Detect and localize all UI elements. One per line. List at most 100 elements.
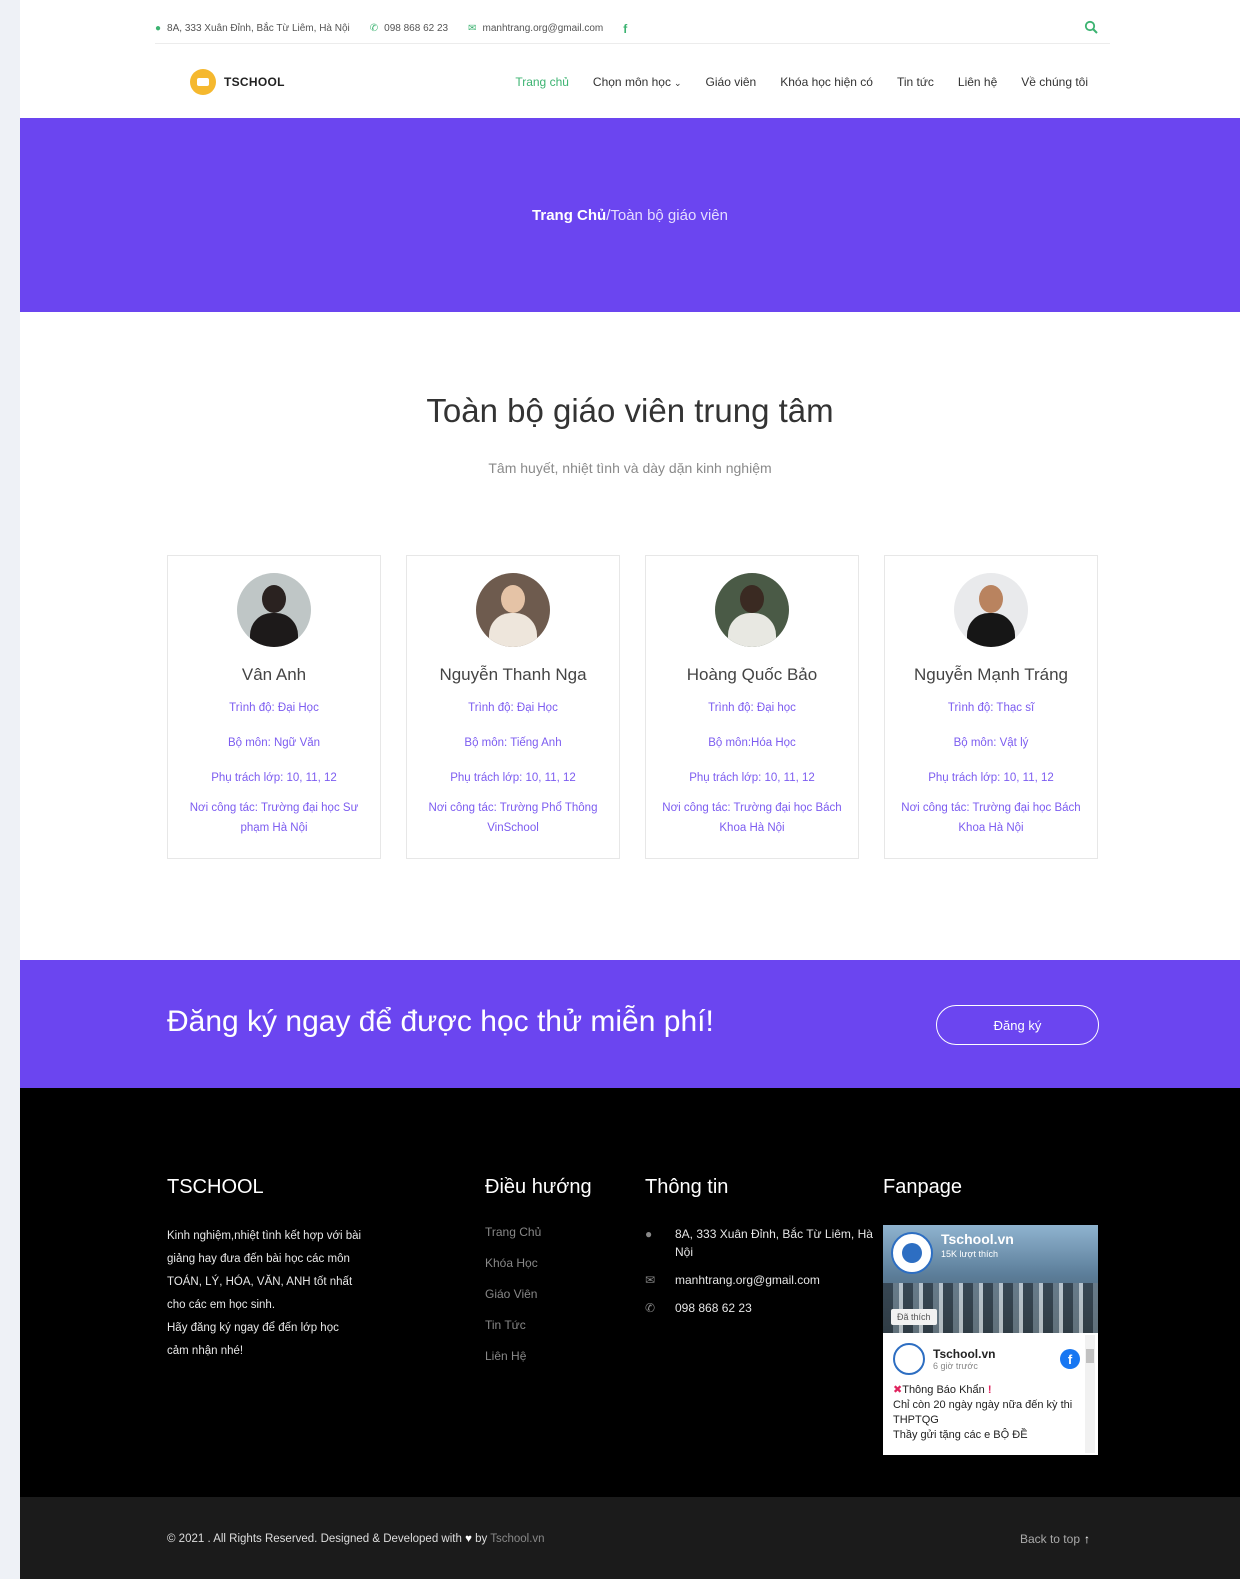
fb-post: Tschool.vn 6 giờ trước f ✖Thông Báo Khẩn… (893, 1343, 1080, 1443)
teacher-list: Vân Anh Trình độ: Đại Học Bộ môn: Ngữ Vă… (167, 555, 1099, 859)
teacher-subject: Bộ môn: Vật lý (953, 737, 1029, 749)
fb-post-line2: Chỉ còn 20 ngày ngày nữa đến kỳ thi THPT… (893, 1399, 1073, 1426)
teacher-grades: Phụ trách lớp: 10, 11, 12 (211, 772, 337, 784)
teacher-card[interactable]: Hoàng Quốc Bảo Trình độ: Đại học Bộ môn:… (645, 555, 859, 859)
footer-about-line: TOÁN, LÝ, HÓA, VĂN, ANH tốt nhất (167, 1276, 353, 1288)
nav-item-news[interactable]: Tin tức (897, 75, 934, 89)
teacher-workplace: Nơi công tác: Trường Phổ Thông VinSchool (428, 802, 598, 834)
teacher-level: Trình độ: Đại học (708, 702, 796, 714)
footer-navigation: Điều hướng Trang Chủ Khóa Học Giáo Viên … (485, 1176, 592, 1380)
footer-nav-title: Điều hướng (485, 1176, 592, 1198)
site-footer: TSCHOOL Kinh nghiệm,nhiệt tình kết hợp v… (20, 1088, 1240, 1497)
teacher-avatar (237, 573, 311, 647)
teacher-name: Vân Anh (241, 665, 307, 684)
fb-widget-scrollbar[interactable] (1085, 1335, 1095, 1453)
page-hero: Trang Chủ/Toàn bộ giáo viên (20, 118, 1240, 312)
nav-item-teachers[interactable]: Giáo viên (706, 75, 757, 89)
breadcrumb-home-link[interactable]: Trang Chủ (532, 207, 606, 224)
copyright-brand-link[interactable]: Tschool.vn (490, 1533, 544, 1545)
nav-item-about[interactable]: Về chúng tôi (1021, 75, 1088, 89)
teacher-subject: Bộ môn: Tiếng Anh (464, 737, 562, 749)
bottom-bar: © 2021 . All Rights Reserved. Designed &… (20, 1497, 1240, 1579)
email-item[interactable]: ✉ manhtrang.org@gmail.com (468, 23, 603, 34)
nav-item-subjects-label: Chọn môn học (592, 75, 671, 89)
facebook-icon[interactable]: f (623, 22, 627, 36)
footer-phone-row[interactable]: ✆ 098 868 62 23 (645, 1299, 875, 1317)
breadcrumb: Trang Chủ/Toàn bộ giáo viên (532, 207, 728, 224)
nav-item-courses[interactable]: Khóa học hiện có (780, 75, 873, 89)
fb-post-time: 6 giờ trước (933, 1361, 978, 1371)
facebook-page-widget[interactable]: Tschool.vn 15K lượt thích Đã thích Tscho… (883, 1225, 1098, 1455)
breadcrumb-current: Toàn bộ giáo viên (610, 206, 728, 224)
teacher-avatar (954, 573, 1028, 647)
email-text[interactable]: manhtrang.org@gmail.com (483, 23, 604, 34)
footer-about-line: giảng hay đưa đến bài học các môn (167, 1253, 350, 1265)
register-button[interactable]: Đăng ký (936, 1005, 1099, 1045)
footer-link-home[interactable]: Trang Chủ (485, 1225, 592, 1239)
teacher-workplace: Nơi công tác: Trường đại học Sư phạm Hà … (189, 802, 359, 834)
footer-link-contact[interactable]: Liên Hệ (485, 1349, 592, 1363)
footer-link-courses[interactable]: Khóa Học (485, 1256, 592, 1270)
section-title: Toàn bộ giáo viên trung tâm (426, 392, 834, 429)
teacher-level: Trình độ: Đại Học (468, 702, 558, 714)
footer-link-news[interactable]: Tin Tức (485, 1318, 592, 1332)
phone-icon: ✆ (369, 23, 379, 34)
footer-address: 8A, 333 Xuân Đỉnh, Bắc Từ Liêm, Hà Nội (675, 1227, 873, 1259)
arrow-up-icon: ↑ (1084, 1532, 1090, 1546)
teacher-workplace: Nơi công tác: Trường đại học Bách Khoa H… (901, 802, 1081, 834)
phone-item[interactable]: ✆ 098 868 62 23 (370, 23, 448, 34)
teacher-name: Hoàng Quốc Bảo (686, 665, 818, 684)
heart-icon: ♥ (465, 1533, 472, 1545)
facebook-icon: f (1060, 1349, 1080, 1369)
fb-liked-button[interactable]: Đã thích (891, 1309, 937, 1325)
site-logo[interactable]: TSCHOOL (190, 69, 285, 95)
teacher-card[interactable]: Vân Anh Trình độ: Đại Học Bộ môn: Ngữ Vă… (167, 555, 381, 859)
logo-text: TSCHOOL (224, 75, 285, 89)
fb-page-logo (891, 1232, 933, 1274)
signup-cta-band: Đăng ký ngay để được học thử miễn phí! Đ… (20, 960, 1240, 1088)
teacher-avatar (476, 573, 550, 647)
teacher-card[interactable]: Nguyễn Thanh Nga Trình độ: Đại Học Bộ mô… (406, 555, 620, 859)
left-gutter (0, 0, 20, 1579)
copyright-by: by (475, 1533, 488, 1545)
logo-book-icon (190, 69, 216, 95)
phone-text[interactable]: 098 868 62 23 (384, 23, 448, 34)
main-menu: Trang chủ Chọn môn học ⌄ Giáo viên Khóa h… (515, 75, 1110, 89)
nav-item-subjects[interactable]: Chọn môn học ⌄ (593, 75, 682, 89)
fb-post-author[interactable]: Tschool.vn (933, 1347, 995, 1361)
chevron-down-icon: ⌄ (673, 78, 682, 88)
footer-phone[interactable]: 098 868 62 23 (675, 1299, 752, 1317)
footer-info-title: Thông tin (645, 1176, 729, 1198)
teacher-grades: Phụ trách lớp: 10, 11, 12 (450, 772, 576, 784)
footer-address-row: ● 8A, 333 Xuân Đỉnh, Bắc Từ Liêm, Hà Nội (645, 1225, 875, 1261)
teacher-subject: Bộ môn:Hóa Học (708, 737, 796, 749)
search-icon[interactable] (1084, 20, 1098, 37)
fb-cover-photo: Tschool.vn 15K lượt thích Đã thích (883, 1225, 1098, 1333)
back-to-top-link[interactable]: Back to top ↑ (1020, 1532, 1090, 1546)
teacher-name: Nguyễn Thanh Nga (439, 665, 587, 684)
footer-email[interactable]: manhtrang.org@gmail.com (675, 1271, 820, 1289)
nav-item-contact[interactable]: Liên hệ (958, 75, 997, 89)
teacher-grades: Phụ trách lớp: 10, 11, 12 (689, 772, 815, 784)
back-to-top-label: Back to top (1019, 1532, 1080, 1546)
nav-item-home[interactable]: Trang chủ (515, 75, 569, 89)
copyright-text: © 2021 . All Rights Reserved. Designed &… (167, 1533, 462, 1545)
cta-headline: Đăng ký ngay để được học thử miễn phí! (167, 1005, 714, 1038)
fb-page-name[interactable]: Tschool.vn (941, 1231, 1014, 1247)
footer-about-line: Kinh nghiệm,nhiệt tình kết hợp với bài (167, 1230, 362, 1242)
address-text: 8A, 333 Xuân Đỉnh, Bắc Từ Liêm, Hà Nội (167, 23, 350, 34)
teacher-card[interactable]: Nguyễn Mạnh Tráng Trình độ: Thạc sĩ Bộ m… (884, 555, 1098, 859)
teacher-level: Trình độ: Thạc sĩ (947, 702, 1035, 714)
footer-info: Thông tin ● 8A, 333 Xuân Đỉnh, Bắc Từ Li… (645, 1176, 875, 1327)
teacher-avatar (715, 573, 789, 647)
footer-about-title: TSCHOOL (167, 1176, 264, 1198)
footer-link-teachers[interactable]: Giáo Viên (485, 1287, 592, 1301)
copyright: © 2021 . All Rights Reserved. Designed &… (167, 1533, 545, 1545)
footer-about-line: Hãy đăng ký ngay để đến lớp học (167, 1322, 339, 1334)
location-pin-icon: ● (645, 1227, 653, 1241)
fb-post-line3: Thầy gửi tặng các e BỘ ĐỀ (893, 1429, 1028, 1441)
footer-email-row[interactable]: ✉ manhtrang.org@gmail.com (645, 1271, 875, 1289)
fb-post-line1: Thông Báo Khẩn (902, 1384, 985, 1396)
footer-about-line: cho các em học sinh. (167, 1299, 276, 1311)
main-navbar: TSCHOOL Trang chủ Chọn môn học ⌄ Giáo viê… (155, 62, 1110, 102)
